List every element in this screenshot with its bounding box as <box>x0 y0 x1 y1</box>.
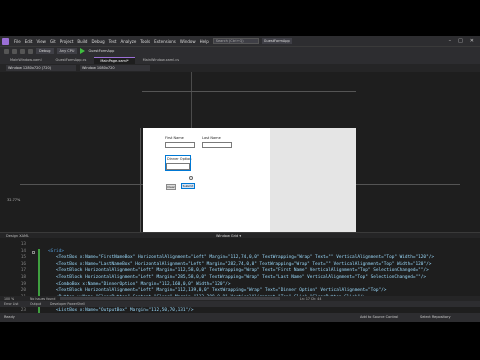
line-number: 16 <box>20 261 26 267</box>
designer-nav-bar: Window 1280x720 (720) Window 1080x720 <box>0 64 480 72</box>
run-button[interactable]: GuestFormApp <box>88 49 114 53</box>
back-icon[interactable] <box>4 48 9 54</box>
window-controls: – □ ✕ <box>449 38 480 44</box>
save-all-icon[interactable] <box>28 48 33 54</box>
last-name-textbox[interactable] <box>202 142 232 148</box>
solution-name: GuestFormApp <box>261 38 292 44</box>
search-input[interactable]: Search (Ctrl+Q) <box>212 38 259 44</box>
menu-tools[interactable]: Tools <box>138 39 152 44</box>
line-number: 20 <box>20 288 26 294</box>
menu-debug[interactable]: Debug <box>89 39 106 44</box>
line-number: 19 <box>20 281 26 287</box>
close-icon[interactable]: ✕ <box>470 38 474 44</box>
tab-mainwindow-xaml-cs[interactable]: MainWindow.xaml.cs <box>136 57 186 64</box>
forward-icon[interactable] <box>12 48 17 54</box>
code-text: <TextBlock HorizontalAlignment="Left" Ma… <box>56 268 429 274</box>
select-repository[interactable]: Select Repository <box>420 315 451 319</box>
code-text: <TextBlock HorizontalAlignment="Left" Ma… <box>56 275 427 280</box>
cursor-position: Ln: 17 Ch: 44 <box>300 296 322 301</box>
menu-bar: File Edit View Git Project Build Debug T… <box>0 36 480 46</box>
tab-error-list[interactable]: Error List <box>4 302 18 306</box>
code-text: <Grid> <box>48 248 64 254</box>
tab-developer-powershell[interactable]: Developer PowerShell <box>50 302 85 306</box>
menu-window[interactable]: Window <box>178 39 198 44</box>
output-listbox-preview[interactable] <box>270 128 356 233</box>
add-to-source-control[interactable]: Add to Source Control <box>360 315 398 319</box>
save-icon[interactable] <box>20 48 25 54</box>
menu-extensions[interactable]: Extensions <box>152 39 178 44</box>
first-name-textbox[interactable] <box>165 142 195 148</box>
tab-output[interactable]: Output <box>30 302 41 306</box>
line-number: 17 <box>20 268 26 274</box>
menu-project[interactable]: Project <box>58 39 76 44</box>
xaml-code-editor[interactable]: 13 14 <Grid> 15 <TextBox x:Name="FirstNameBo… <box>0 238 480 322</box>
menu-test[interactable]: Test <box>107 39 119 44</box>
line-number: 15 <box>20 255 26 261</box>
editor-zoom[interactable]: 100 % <box>4 297 14 301</box>
tab-guestformapp-cs[interactable]: GuestFormApp.cs <box>49 57 93 64</box>
clear-button[interactable]: Clear <box>166 184 176 190</box>
visual-studio-window: File Edit View Git Project Build Debug T… <box>0 36 480 322</box>
first-name-label: First Name <box>165 136 184 140</box>
menu-analyze[interactable]: Analyze <box>119 39 139 44</box>
menu-edit[interactable]: Edit <box>23 39 35 44</box>
ruler-vertical <box>140 128 141 233</box>
vs-logo-icon <box>2 37 9 45</box>
tab-mainwindow-xaml[interactable]: MainWindow.xaml <box>4 57 48 64</box>
window-size-select[interactable]: Window 1080x720 <box>80 65 150 71</box>
line-number: 13 <box>20 242 26 247</box>
device-select[interactable]: Window 1280x720 (720) <box>6 65 76 71</box>
last-name-label: Last Name <box>202 136 221 140</box>
document-tabs: MainWindow.xaml GuestFormApp.cs MainPage… <box>0 55 480 64</box>
menu-git[interactable]: Git <box>48 39 58 44</box>
tab-mainpage-xaml[interactable]: MainPage.xaml* <box>94 57 135 64</box>
run-icon[interactable] <box>80 48 86 54</box>
code-text: <ComboBox x:Name="DinnerOption" Margin="… <box>56 281 231 287</box>
toolbar: Debug Any CPU GuestFormApp <box>0 46 480 55</box>
status-ready: Ready <box>4 315 15 319</box>
platform-select[interactable]: Any CPU <box>56 48 78 54</box>
maximize-icon[interactable]: □ <box>458 38 463 44</box>
code-text: <TextBox x:Name="FirstNameBox" Horizonta… <box>56 255 435 261</box>
config-select[interactable]: Debug <box>36 48 54 54</box>
menu-build[interactable]: Build <box>75 39 89 44</box>
issues-indicator[interactable]: No issues found <box>30 297 55 301</box>
menu-view[interactable]: View <box>34 39 48 44</box>
submit-button[interactable]: Submit <box>181 183 195 189</box>
zoom-level[interactable]: 32.77% <box>7 198 20 202</box>
horizontal-scrollbar[interactable] <box>60 297 280 300</box>
code-text: <TextBlock HorizontalAlignment="Left" Ma… <box>56 288 387 294</box>
bottom-panel-tabs: Error List Output Developer PowerShell <box>0 301 480 307</box>
ruler-horizontal <box>142 91 356 92</box>
line-number: 14 <box>20 248 26 254</box>
resize-handle-icon[interactable] <box>189 176 193 180</box>
status-bar: Ready Add to Source Control Select Repos… <box>0 313 480 322</box>
code-text: <TextBox x:Name="LastNameBox" Horizontal… <box>56 261 432 267</box>
selection-rectangle <box>165 155 191 171</box>
menu-file[interactable]: File <box>12 39 23 44</box>
minimize-icon[interactable]: – <box>449 38 452 44</box>
menu-help[interactable]: Help <box>198 39 211 44</box>
line-number: 18 <box>20 275 26 280</box>
